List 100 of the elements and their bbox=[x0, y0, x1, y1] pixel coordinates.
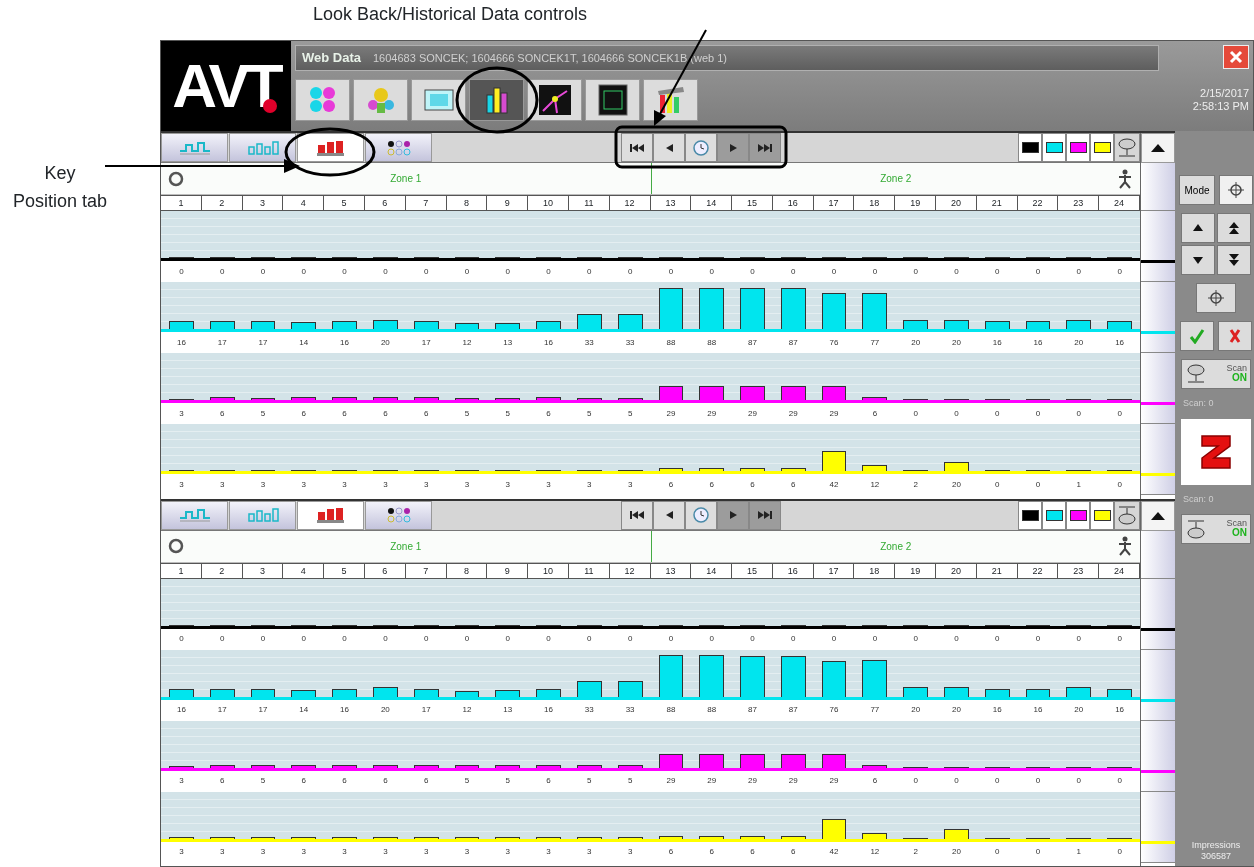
crosshair-icon bbox=[1228, 182, 1244, 198]
scan-label: Scan bbox=[1226, 364, 1247, 374]
line-chart-icon bbox=[177, 506, 212, 524]
scan-button[interactable]: Scan ON bbox=[1181, 359, 1251, 389]
close-button[interactable] bbox=[1223, 45, 1249, 69]
color-swatch-button[interactable] bbox=[1090, 133, 1114, 162]
key-reading: 6 bbox=[218, 407, 226, 420]
back-icon bbox=[665, 511, 673, 519]
history-button[interactable] bbox=[621, 133, 653, 162]
double-down-arrow-icon bbox=[1227, 253, 1241, 267]
tab[interactable] bbox=[229, 133, 296, 162]
key-reading: 20 bbox=[950, 478, 962, 491]
key-reading: 33 bbox=[624, 704, 636, 716]
tab[interactable] bbox=[229, 500, 296, 530]
key-reading: 3 bbox=[382, 478, 389, 491]
toolbar-button[interactable] bbox=[469, 79, 524, 121]
key-reading: 0 bbox=[1034, 478, 1042, 491]
color-swatch-button[interactable] bbox=[1042, 500, 1066, 530]
key-button[interactable] bbox=[1114, 133, 1140, 162]
key-reading: 5 bbox=[259, 407, 267, 420]
key-reading: 2 bbox=[912, 478, 919, 491]
target-button[interactable] bbox=[1219, 175, 1253, 205]
key-number: 24 bbox=[1099, 196, 1140, 210]
key-reading: 6 bbox=[218, 775, 226, 787]
history-button[interactable] bbox=[653, 500, 685, 530]
key-number: 17 bbox=[813, 196, 855, 210]
color-swatch-button[interactable] bbox=[1066, 133, 1090, 162]
key-reading: 0 bbox=[749, 633, 756, 645]
key-reading: 29 bbox=[706, 775, 718, 787]
key-reading: 20 bbox=[910, 336, 922, 349]
scan-reading: Scan: 0 bbox=[1182, 492, 1214, 506]
key-reading: 29 bbox=[706, 407, 718, 420]
tab[interactable] bbox=[365, 500, 432, 530]
tab[interactable] bbox=[161, 500, 228, 530]
tab[interactable] bbox=[365, 133, 432, 162]
key-number: 15 bbox=[732, 563, 773, 578]
key-reading: 20 bbox=[950, 846, 962, 858]
color-swatch-button[interactable] bbox=[1090, 500, 1114, 530]
bar-chart-icon bbox=[245, 138, 280, 157]
key-reading: 29 bbox=[747, 407, 758, 420]
key-reading: 3 bbox=[300, 478, 307, 491]
key-reading: 3 bbox=[422, 478, 430, 491]
key-reading: 0 bbox=[1034, 265, 1042, 278]
key-reading: 3 bbox=[382, 846, 389, 858]
key-reading: 0 bbox=[626, 633, 634, 645]
color-swatch-button[interactable] bbox=[1018, 500, 1042, 530]
arrow-button[interactable] bbox=[1217, 245, 1251, 275]
key-reading: 0 bbox=[994, 478, 1001, 491]
mode-button[interactable]: Mode bbox=[1179, 175, 1215, 205]
key-reading: 0 bbox=[667, 633, 675, 645]
key-reading: 3 bbox=[545, 846, 552, 858]
color-swatch-button[interactable] bbox=[1018, 133, 1042, 162]
key-reading: 13 bbox=[502, 704, 514, 716]
arrow-button[interactable] bbox=[1217, 213, 1251, 243]
key-reading: 0 bbox=[790, 265, 797, 278]
key-reading: 20 bbox=[910, 704, 922, 716]
arrow-button[interactable] bbox=[1181, 213, 1215, 243]
toolbar-button[interactable] bbox=[585, 79, 640, 121]
scan-button[interactable]: Scan ON bbox=[1181, 514, 1251, 544]
key-reading: 6 bbox=[545, 407, 552, 420]
key-button[interactable] bbox=[1114, 500, 1140, 530]
key-number: 3 bbox=[242, 563, 284, 578]
tab[interactable] bbox=[297, 133, 364, 162]
tab[interactable] bbox=[297, 500, 364, 530]
scroll-up-button[interactable] bbox=[1141, 500, 1175, 531]
play-icon bbox=[729, 511, 737, 519]
key-reading: 16 bbox=[1114, 704, 1126, 716]
back-icon bbox=[665, 143, 673, 152]
scroll-up-button[interactable] bbox=[1141, 133, 1175, 163]
key-number: 14 bbox=[691, 196, 733, 210]
toolbar-button[interactable] bbox=[643, 79, 698, 121]
toolbar-button[interactable] bbox=[411, 79, 466, 121]
key-reading: 6 bbox=[708, 846, 715, 858]
key-number: 1 bbox=[161, 196, 202, 210]
color-swatch-button[interactable] bbox=[1066, 500, 1090, 530]
key-reading: 0 bbox=[912, 265, 919, 278]
target-button[interactable] bbox=[1196, 283, 1236, 313]
history-button[interactable] bbox=[685, 500, 717, 530]
accept-button[interactable] bbox=[1180, 321, 1214, 351]
key-number: 15 bbox=[732, 196, 773, 210]
key-reading: 88 bbox=[706, 336, 718, 349]
key-reading: 6 bbox=[300, 775, 307, 787]
key-reading: 6 bbox=[382, 775, 389, 787]
key-reading: 13 bbox=[502, 336, 514, 349]
key-reading: 0 bbox=[259, 265, 267, 278]
key-number: 8 bbox=[446, 563, 488, 578]
arrow-button[interactable] bbox=[1181, 245, 1215, 275]
key-reading: 0 bbox=[912, 407, 919, 420]
key-reading: 6 bbox=[300, 407, 307, 420]
key-reading: 0 bbox=[1116, 846, 1123, 858]
up-arrow-icon bbox=[1150, 510, 1166, 521]
key-reading: 20 bbox=[379, 704, 391, 716]
key-reading: 33 bbox=[624, 336, 636, 349]
color-swatch-button[interactable] bbox=[1042, 133, 1066, 162]
history-button[interactable] bbox=[621, 500, 653, 530]
toolbar-button[interactable] bbox=[527, 79, 582, 121]
history-button[interactable] bbox=[653, 133, 685, 162]
reject-button[interactable] bbox=[1218, 321, 1252, 351]
key-reading: 0 bbox=[953, 775, 960, 787]
callout-label: Look Back/Historical Data controls bbox=[313, 3, 588, 26]
